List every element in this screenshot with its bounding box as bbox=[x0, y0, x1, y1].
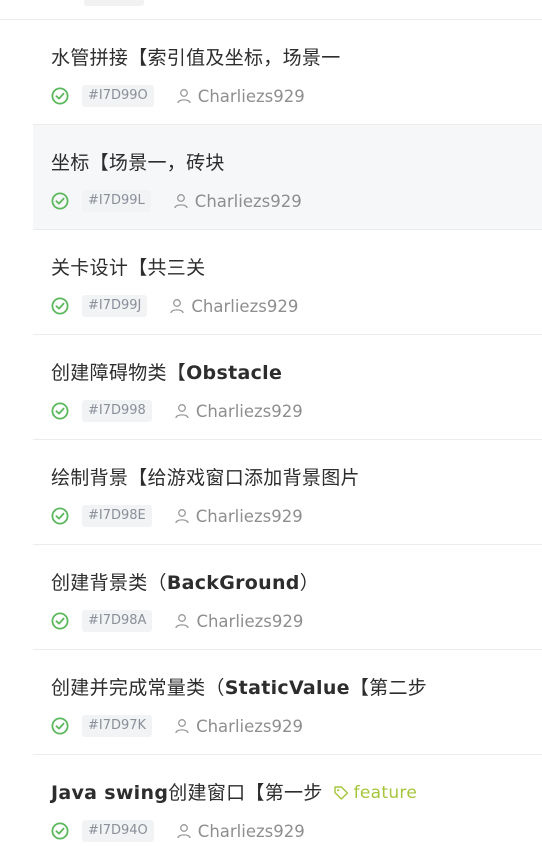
issue-title-text[interactable]: 水管拼接【索引值及坐标，场景一 bbox=[51, 47, 341, 69]
check-circle-icon bbox=[51, 192, 69, 210]
issue-title-text[interactable]: 绘制背景【给游戏窗口添加背景图片 bbox=[51, 467, 360, 489]
issue-author[interactable]: Charliezs929 bbox=[169, 297, 298, 316]
issue-id-badge[interactable]: #I7D99O bbox=[82, 85, 154, 107]
issue-meta: #I7D97K Charliezs929 bbox=[51, 714, 303, 738]
issue-title-suffix[interactable]: 【第二步 bbox=[350, 677, 427, 699]
issue-author[interactable]: Charliezs929 bbox=[174, 507, 303, 526]
user-icon bbox=[170, 299, 185, 314]
check-circle-icon bbox=[51, 717, 69, 735]
user-icon bbox=[175, 404, 189, 419]
check-circle-icon bbox=[51, 612, 69, 630]
issue-title[interactable]: 创建背景类（BackGround） bbox=[51, 571, 319, 595]
issue-id-badge[interactable]: #I7D97K bbox=[82, 715, 153, 737]
issue-id-badge[interactable]: #I7D94O bbox=[82, 820, 154, 842]
issue-author[interactable]: Charliezs929 bbox=[173, 192, 302, 211]
issue-title-text[interactable]: 坐标【场景一，砖块 bbox=[51, 152, 225, 174]
check-circle-icon bbox=[51, 822, 69, 840]
issue-id-badge[interactable]: #I7D99J bbox=[82, 295, 148, 317]
issue-author[interactable]: Charliezs929 bbox=[176, 87, 305, 106]
issue-row[interactable]: Java swing创建窗口【第一步 feature #I7D94O Charli… bbox=[33, 755, 542, 846]
issue-meta: #I7D98A Charliezs929 bbox=[51, 609, 303, 633]
issue-id-badge[interactable]: #I7D98E bbox=[82, 505, 152, 527]
previous-issue-id-badge bbox=[84, 0, 144, 6]
author-name[interactable]: Charliezs929 bbox=[196, 612, 303, 631]
issue-id-badge[interactable]: #I7D998 bbox=[82, 400, 152, 422]
issue-title-suffix[interactable]: ） bbox=[300, 572, 319, 594]
author-name[interactable]: Charliezs929 bbox=[191, 297, 298, 316]
issue-author[interactable]: Charliezs929 bbox=[176, 822, 305, 841]
issue-title-text[interactable]: 创建背景类（ bbox=[51, 572, 167, 594]
issue-meta: #I7D98E Charliezs929 bbox=[51, 504, 303, 528]
check-circle-icon bbox=[51, 297, 69, 315]
issue-title-text[interactable]: 关卡设计【共三关 bbox=[51, 257, 205, 279]
issue-row[interactable]: 创建并完成常量类（StaticValue【第二步 #I7D97K Charlie… bbox=[33, 650, 542, 755]
issue-row[interactable]: 关卡设计【共三关 #I7D99J Charliezs929 bbox=[33, 230, 542, 335]
issue-title[interactable]: 坐标【场景一，砖块 bbox=[51, 151, 225, 175]
issue-id-badge[interactable]: #I7D98A bbox=[82, 610, 153, 632]
user-icon bbox=[177, 89, 191, 104]
issue-id-badge[interactable]: #I7D99L bbox=[82, 190, 151, 212]
user-icon bbox=[175, 509, 189, 524]
tag-icon bbox=[333, 786, 348, 800]
author-name[interactable]: Charliezs929 bbox=[196, 402, 303, 421]
check-circle-icon bbox=[51, 507, 69, 525]
issue-title-text[interactable]: 创建并完成常量类（ bbox=[51, 677, 225, 699]
issue-title-text[interactable]: 创建障碍物类【 bbox=[51, 362, 186, 384]
issue-title-latin[interactable]: BackGround bbox=[167, 572, 300, 594]
issue-title-latin[interactable]: StaticValue bbox=[225, 677, 350, 699]
issue-row[interactable]: 创建障碍物类【Obstacle #I7D998 Charliezs929 bbox=[33, 335, 542, 440]
issue-title[interactable]: 创建并完成常量类（StaticValue【第二步 bbox=[51, 676, 427, 700]
feature-tag[interactable]: feature bbox=[333, 781, 417, 805]
issue-meta: #I7D99O Charliezs929 bbox=[51, 84, 305, 108]
author-name[interactable]: Charliezs929 bbox=[195, 192, 302, 211]
issue-meta: #I7D99J Charliezs929 bbox=[51, 294, 298, 318]
issue-row[interactable]: 水管拼接【索引值及坐标，场景一 #I7D99O Charliezs929 bbox=[33, 20, 542, 125]
issue-row[interactable]: 坐标【场景一，砖块 #I7D99L Charliezs929 bbox=[33, 125, 542, 230]
issue-meta: #I7D998 Charliezs929 bbox=[51, 399, 303, 423]
issue-title[interactable]: Java swing创建窗口【第一步 feature bbox=[51, 781, 417, 805]
issue-title-latin[interactable]: Java swing bbox=[51, 782, 168, 804]
author-name[interactable]: Charliezs929 bbox=[198, 822, 305, 841]
issue-title[interactable]: 绘制背景【给游戏窗口添加背景图片 bbox=[51, 466, 360, 490]
previous-issue-row bbox=[0, 0, 542, 20]
author-name[interactable]: Charliezs929 bbox=[198, 87, 305, 106]
issue-title[interactable]: 创建障碍物类【Obstacle bbox=[51, 361, 282, 385]
issue-author[interactable]: Charliezs929 bbox=[174, 717, 303, 736]
author-name[interactable]: Charliezs929 bbox=[196, 717, 303, 736]
issue-author[interactable]: Charliezs929 bbox=[174, 402, 303, 421]
issue-list: 水管拼接【索引值及坐标，场景一 #I7D99O Charliezs929 坐标【… bbox=[0, 0, 542, 846]
issue-title-latin[interactable]: Obstacle bbox=[186, 362, 282, 384]
issue-meta: #I7D94O Charliezs929 bbox=[51, 819, 305, 843]
issue-meta: #I7D99L Charliezs929 bbox=[51, 189, 302, 213]
user-icon bbox=[177, 824, 191, 839]
feature-tag-label[interactable]: feature bbox=[354, 781, 417, 805]
check-circle-icon bbox=[51, 402, 69, 420]
issue-title[interactable]: 关卡设计【共三关 bbox=[51, 256, 205, 280]
issue-title[interactable]: 水管拼接【索引值及坐标，场景一 bbox=[51, 46, 341, 70]
issue-author[interactable]: Charliezs929 bbox=[174, 612, 303, 631]
author-name[interactable]: Charliezs929 bbox=[196, 507, 303, 526]
check-circle-icon bbox=[51, 87, 69, 105]
user-icon bbox=[175, 719, 189, 734]
issue-row[interactable]: 绘制背景【给游戏窗口添加背景图片 #I7D98E Charliezs929 bbox=[33, 440, 542, 545]
user-icon bbox=[175, 614, 190, 629]
user-icon bbox=[174, 194, 188, 209]
issue-row[interactable]: 创建背景类（BackGround） #I7D98A Charliezs929 bbox=[33, 545, 542, 650]
issue-title-text[interactable]: 创建窗口【第一步 bbox=[168, 782, 322, 804]
